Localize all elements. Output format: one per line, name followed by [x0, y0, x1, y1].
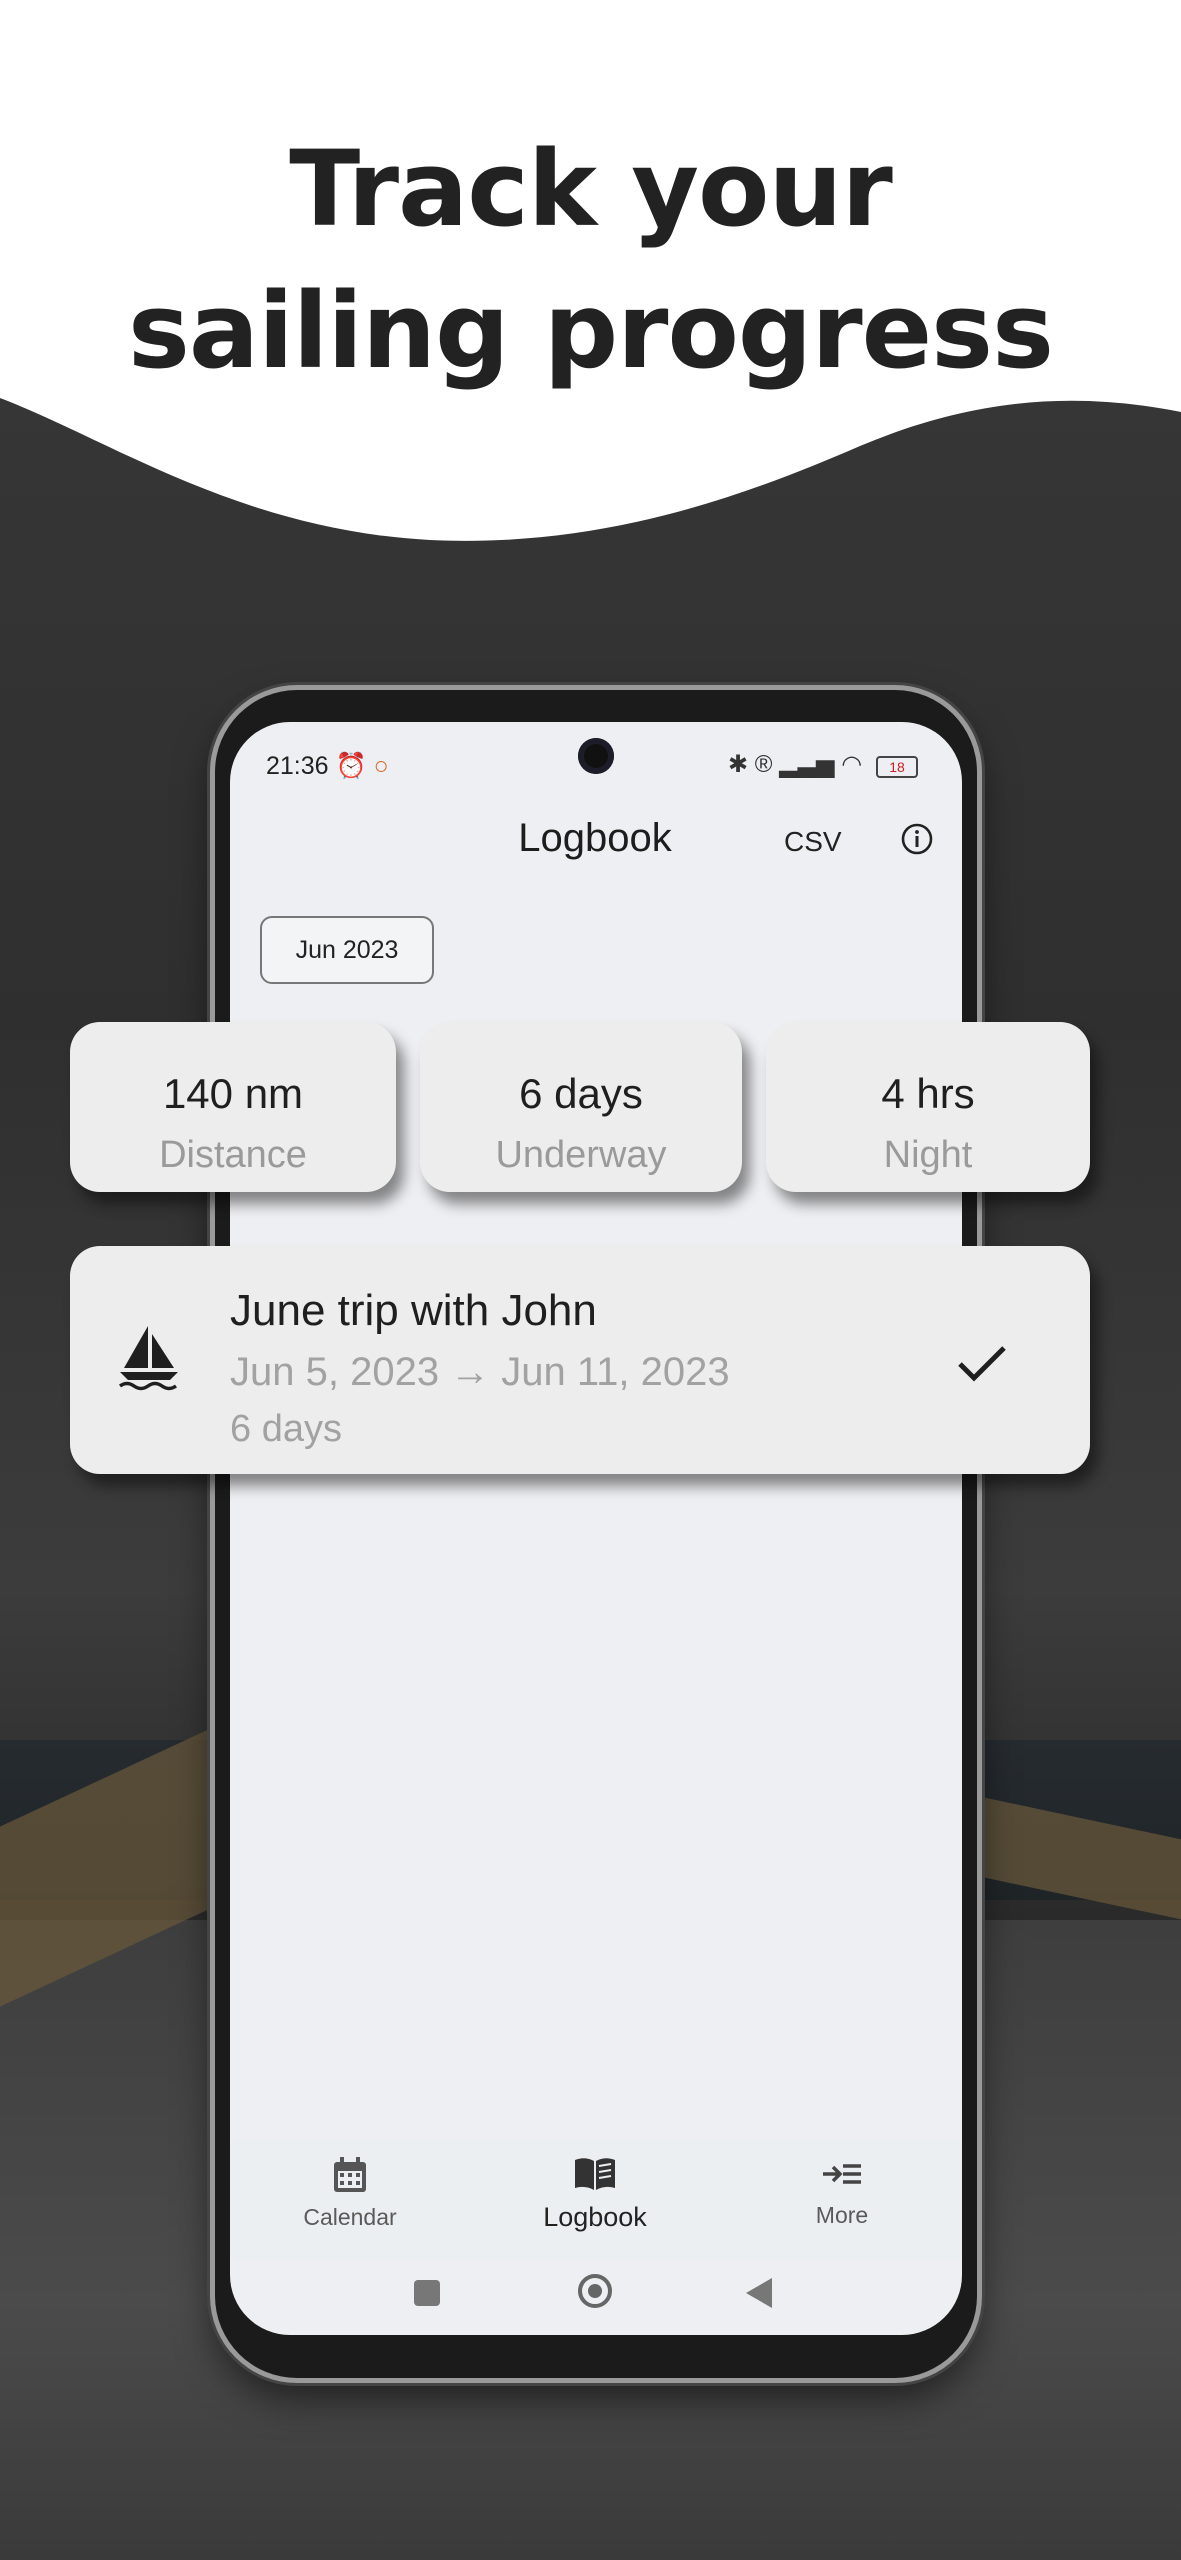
stat-label: Distance — [159, 1134, 307, 1176]
headline-line-2: sailing progress — [128, 270, 1054, 392]
nav-label-logbook: Logbook — [543, 2202, 647, 2232]
more-menu-icon — [823, 2164, 861, 2184]
stat-value: 6 days — [519, 1070, 643, 1117]
status-icons: ✱ ® ▂▃▅ ◠ — [728, 750, 862, 779]
stat-value: 140 nm — [162, 1070, 304, 1117]
book-icon — [575, 2158, 615, 2190]
stat-label: Underway — [495, 1134, 667, 1176]
home-button[interactable] — [578, 2274, 612, 2308]
trip-list-item[interactable]: June trip with John Jun 5, 2023 → Jun 11… — [70, 1246, 1090, 1474]
recent-apps-button[interactable] — [414, 2280, 440, 2306]
trip-duration: 6 days — [230, 1408, 342, 1450]
nav-item-logbook[interactable]: Logbook — [515, 2156, 675, 2233]
registered-icon: ® — [754, 751, 773, 778]
battery-icon: 18 — [876, 756, 918, 778]
stat-value: 4 hrs — [881, 1070, 975, 1117]
nav-item-more[interactable]: More — [762, 2156, 922, 2229]
bluetooth-icon: ✱ — [728, 751, 749, 778]
trip-title: June trip with John — [230, 1286, 597, 1335]
alarm-icon: ⏰ — [335, 752, 367, 780]
nav-label-more: More — [815, 2202, 869, 2228]
month-filter-chip[interactable]: Jun 2023 — [260, 916, 434, 984]
stat-label: Night — [883, 1134, 973, 1176]
nav-label-calendar: Calendar — [303, 2204, 397, 2230]
stat-card-distance: 140 nm Distance — [70, 1022, 396, 1192]
signal-icon: ▂▃▅ — [779, 751, 835, 778]
camera-cutout — [578, 738, 614, 774]
calendar-icon — [334, 2157, 366, 2192]
status-time-text: 21:36 — [266, 752, 329, 780]
status-time: 21:36 ⏰ ○ — [266, 752, 389, 781]
sailboat-icon — [118, 1326, 178, 1391]
battery-level: 18 — [889, 759, 905, 775]
wifi-icon: ◠ — [841, 751, 863, 778]
headline: Track your sailing progress — [0, 118, 1181, 402]
page-title: Logbook — [518, 816, 672, 860]
trip-dates: Jun 5, 2023 → Jun 11, 2023 — [230, 1350, 730, 1394]
notification-dot-icon: ○ — [373, 752, 389, 780]
stat-card-night: 4 hrs Night — [766, 1022, 1090, 1192]
nav-item-calendar[interactable]: Calendar — [270, 2156, 430, 2231]
info-icon[interactable] — [900, 822, 934, 856]
headline-line-1: Track your — [289, 128, 893, 250]
check-icon — [958, 1346, 1006, 1382]
stat-card-underway: 6 days Underway — [420, 1022, 742, 1192]
back-button[interactable] — [746, 2278, 772, 2308]
csv-export-button[interactable]: CSV — [784, 826, 842, 858]
